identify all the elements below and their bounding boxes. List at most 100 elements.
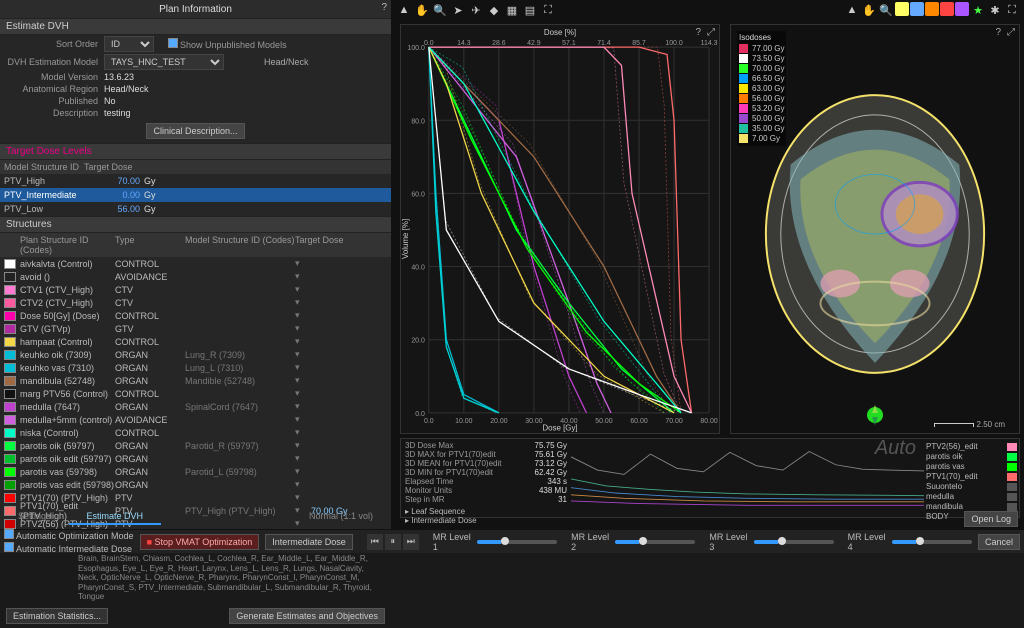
ct-expand-icon[interactable]: ⤢ (1007, 27, 1015, 38)
structure-swatch[interactable] (4, 480, 16, 490)
person-icon[interactable]: ✱ (987, 2, 1003, 18)
diamond-icon[interactable]: ◆ (486, 2, 502, 18)
tdl-row[interactable]: PTV_High70.00Gy (0, 174, 391, 188)
structure-row[interactable]: medulla (7647) ORGAN SpinalCord (7647) ▾ (0, 400, 391, 413)
legend-item[interactable]: Suuontelo (926, 482, 1017, 491)
structure-row[interactable]: CTV1 (CTV_High) CTV ▾ (0, 283, 391, 296)
structure-row[interactable]: GTV (GTVp) GTV ▾ (0, 322, 391, 335)
structure-swatch[interactable] (4, 376, 16, 386)
color-p-icon[interactable] (955, 2, 969, 16)
mr-level-slider[interactable]: MR Level 3 (709, 532, 833, 552)
tdl-row[interactable]: PTV_Low56.00Gy (0, 202, 391, 216)
structure-row[interactable]: parotis oik edit (59797) ORGAN ▾ (0, 452, 391, 465)
mr-level-slider[interactable]: MR Level 2 (571, 532, 695, 552)
next-icon[interactable]: ⏭ (403, 534, 419, 550)
chevron-down-icon[interactable]: ▾ (295, 336, 305, 347)
chevron-down-icon[interactable]: ▾ (295, 492, 305, 503)
structure-row[interactable]: keuhko vas (7310) ORGAN Lung_L (7310) ▾ (0, 361, 391, 374)
structure-swatch[interactable] (4, 454, 16, 464)
structure-swatch[interactable] (4, 298, 16, 308)
color-b-icon[interactable] (910, 2, 924, 16)
ct-help-icon[interactable]: ? (995, 27, 1001, 38)
show-unpublished-check[interactable]: Show Unpublished Models (168, 38, 287, 50)
structure-swatch[interactable] (4, 272, 16, 282)
compass-icon[interactable] (863, 403, 887, 427)
chevron-down-icon[interactable]: ▾ (295, 479, 305, 490)
structure-row[interactable]: niska (Control) CONTROL ▾ (0, 426, 391, 439)
send-icon[interactable]: ✈ (468, 2, 484, 18)
generate-estimates-button[interactable]: Generate Estimates and Objectives (229, 608, 385, 624)
tab-settings[interactable]: Settings (0, 509, 69, 525)
ct-panel[interactable]: Isodoses 77.00 Gy73.50 Gy70.00 Gy66.50 G… (730, 24, 1020, 434)
legend-item[interactable]: mandibula (926, 502, 1017, 511)
dvh-help-icon[interactable]: ? (695, 27, 701, 38)
structure-swatch[interactable] (4, 324, 16, 334)
pause-icon[interactable]: ⏸ (385, 534, 401, 550)
chevron-down-icon[interactable]: ▾ (295, 414, 305, 425)
structure-swatch[interactable] (4, 350, 16, 360)
chevron-down-icon[interactable]: ▾ (295, 284, 305, 295)
table-icon[interactable]: ▤ (522, 2, 538, 18)
structure-swatch[interactable] (4, 285, 16, 295)
sort-order-select[interactable]: ID (104, 36, 154, 52)
auto-int-check[interactable]: Automatic Intermediate Dose (4, 542, 134, 554)
structure-swatch[interactable] (4, 337, 16, 347)
chevron-down-icon[interactable]: ▾ (295, 349, 305, 360)
structure-swatch[interactable] (4, 389, 16, 399)
help-icon[interactable]: ? (381, 2, 387, 13)
legend-item[interactable]: PTV2(56)_edit (926, 442, 1017, 451)
star-icon[interactable]: ★ (970, 2, 986, 18)
structure-swatch[interactable] (4, 402, 16, 412)
int-dose-toggle[interactable]: ▸ Intermediate Dose (405, 516, 477, 525)
structure-row[interactable]: Dose 50[Gy] (Dose) CONTROL ▾ (0, 309, 391, 322)
chevron-down-icon[interactable]: ▾ (295, 401, 305, 412)
legend-item[interactable]: parotis oik (926, 452, 1017, 461)
estimation-stats-button[interactable]: Estimation Statistics... (6, 608, 108, 624)
chevron-down-icon[interactable]: ▾ (295, 375, 305, 386)
structure-row[interactable]: keuhko oik (7309) ORGAN Lung_R (7309) ▾ (0, 348, 391, 361)
tdl-row[interactable]: PTV_Intermediate0.00Gy (0, 188, 391, 202)
hand-icon[interactable]: ✋ (414, 2, 430, 18)
structure-swatch[interactable] (4, 493, 16, 503)
color-y-icon[interactable] (895, 2, 909, 16)
iso-item[interactable]: 77.00 Gy (739, 44, 784, 53)
convergence-plot[interactable]: Auto (571, 439, 924, 517)
auto-opt-check[interactable]: Automatic Optimization Mode (4, 529, 134, 541)
legend-item[interactable]: PTV1(70)_edit (926, 472, 1017, 481)
mr-level-slider[interactable]: MR Level 1 (433, 532, 557, 552)
pointer2-icon[interactable]: ▲ (844, 2, 860, 18)
structure-row[interactable]: avoid () AVOIDANCE ▾ (0, 270, 391, 283)
color-r-icon[interactable] (940, 2, 954, 16)
dvh-expand-icon[interactable]: ⤢ (707, 27, 715, 38)
chevron-down-icon[interactable]: ▾ (295, 297, 305, 308)
chevron-down-icon[interactable]: ▾ (295, 440, 305, 451)
chevron-down-icon[interactable]: ▾ (295, 310, 305, 321)
structure-row[interactable]: mandibula (52748) ORGAN Mandible (52748)… (0, 374, 391, 387)
structure-swatch[interactable] (4, 428, 16, 438)
structure-row[interactable]: CTV2 (CTV_High) CTV ▾ (0, 296, 391, 309)
structure-row[interactable]: parotis vas (59798) ORGAN Parotid_L (597… (0, 465, 391, 478)
expand-icon[interactable]: ⛶ (540, 2, 556, 18)
structure-row[interactable]: aivkalvta (Control) CONTROL ▾ (0, 257, 391, 270)
chevron-down-icon[interactable]: ▾ (295, 388, 305, 399)
dvh-panel[interactable]: Dose [%] 0.014.328.642.957.171.485.7100.… (400, 24, 720, 434)
structure-swatch[interactable] (4, 467, 16, 477)
cancel-button[interactable]: Cancel (978, 534, 1020, 550)
legend-item[interactable]: medulla (926, 492, 1017, 501)
chevron-down-icon[interactable]: ▾ (295, 427, 305, 438)
zoom-icon[interactable]: 🔍 (432, 2, 448, 18)
structure-row[interactable]: medulla+5mm (control) AVOIDANCE ▾ (0, 413, 391, 426)
mr-level-slider[interactable]: MR Level 4 (848, 532, 972, 552)
chevron-down-icon[interactable]: ▾ (295, 258, 305, 269)
structure-swatch[interactable] (4, 363, 16, 373)
chart-icon[interactable]: ▦ (504, 2, 520, 18)
zoom2-icon[interactable]: 🔍 (878, 2, 894, 18)
structure-swatch[interactable] (4, 415, 16, 425)
chevron-down-icon[interactable]: ▾ (295, 362, 305, 373)
chevron-down-icon[interactable]: ▾ (295, 466, 305, 477)
legend-item[interactable]: parotis vas (926, 462, 1017, 471)
leaf-seq-toggle[interactable]: ▸ Leaf Sequence (405, 507, 465, 516)
structure-row[interactable]: marg PTV56 (Control) CONTROL ▾ (0, 387, 391, 400)
open-log-button[interactable]: Open Log (964, 511, 1018, 527)
structure-swatch[interactable] (4, 441, 16, 451)
